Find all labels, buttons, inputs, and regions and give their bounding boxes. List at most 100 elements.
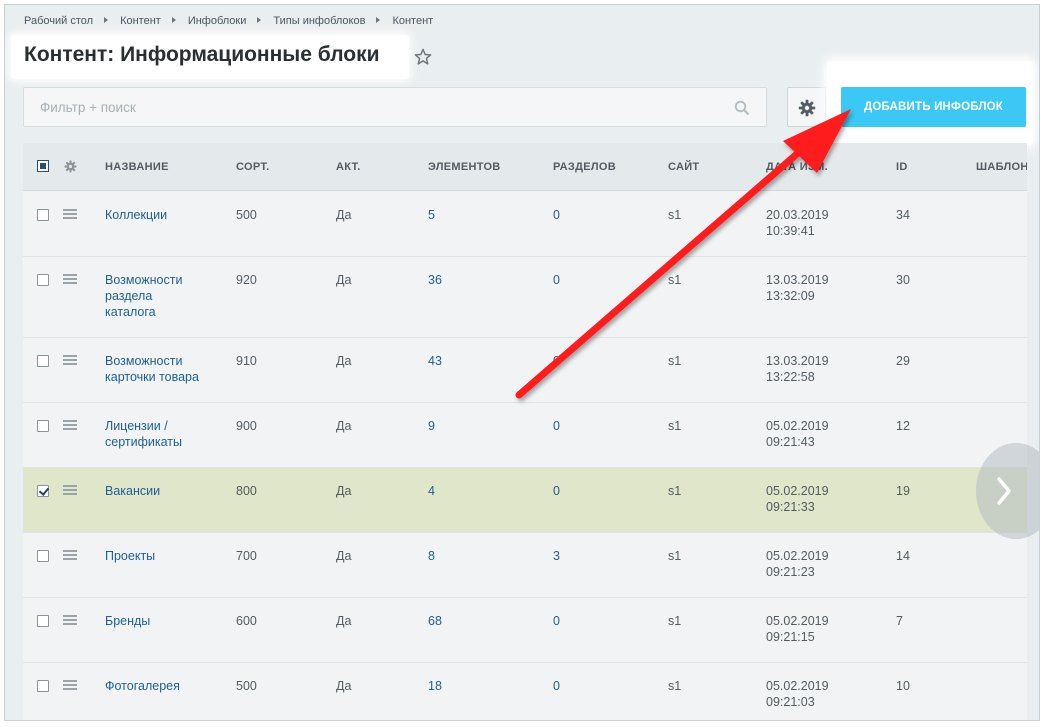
row-menu-icon[interactable] — [63, 209, 77, 219]
add-infoblock-button[interactable]: ДОБАВИТЬ ИНФОБЛОК — [841, 87, 1026, 127]
column-header-id[interactable]: ID — [896, 161, 908, 173]
favorite-star-icon[interactable] — [414, 48, 432, 66]
breadcrumb-item[interactable]: Контент — [120, 15, 161, 27]
breadcrumb-item[interactable]: Рабочий стол — [24, 15, 93, 27]
cell-sections-link[interactable]: 0 — [553, 353, 560, 369]
row-menu-icon[interactable] — [63, 420, 77, 430]
breadcrumb-item[interactable]: Типы инфоблоков — [273, 15, 365, 27]
chevron-right-icon — [997, 477, 1011, 505]
cell-date-date: 05.02.2019 — [766, 679, 829, 693]
table-row[interactable]: Вакансии 800 Да 4 0 s1 19 05.02.2019 09:21:33 — [23, 468, 1027, 533]
cell-id: 12 — [896, 419, 910, 433]
cell-name-link[interactable]: Фотогалерея — [105, 678, 180, 694]
cell-date-time: 13:32:09 — [766, 289, 815, 303]
cell-date: 13.03.2019 13:32:09 — [766, 272, 829, 304]
table-row[interactable]: Фотогалерея 500 Да 18 0 s1 10 05.02.2019 09:21:0… — [23, 663, 1027, 720]
cell-elements-link[interactable]: 43 — [428, 353, 442, 369]
row-checkbox[interactable] — [37, 550, 49, 562]
select-all-checkbox[interactable] — [37, 160, 49, 172]
cell-date: 05.02.2019 09:21:15 — [766, 613, 829, 645]
cell-id: 34 — [896, 208, 910, 222]
cell-site: s1 — [668, 549, 682, 563]
table-header: НАЗВАНИЕ СОРТ. АКТ. ЭЛЕМЕНТОВ РАЗДЕЛОВ С… — [23, 143, 1027, 191]
row-checkbox[interactable] — [37, 209, 49, 221]
breadcrumb-separator-icon — [376, 17, 381, 23]
breadcrumb-separator-icon — [257, 17, 262, 23]
cell-date-date: 05.02.2019 — [766, 484, 829, 498]
cell-active: Да — [336, 273, 352, 287]
cell-date-time: 09:21:15 — [766, 630, 815, 644]
column-header-template[interactable]: ШАБЛОН — [976, 161, 1027, 173]
cell-elements-link[interactable]: 9 — [428, 418, 435, 434]
cell-sections-link[interactable]: 0 — [553, 483, 560, 499]
row-checkbox[interactable] — [37, 355, 49, 367]
cell-elements-link[interactable]: 5 — [428, 207, 435, 223]
cell-date: 13.03.2019 13:22:58 — [766, 353, 829, 385]
settings-button[interactable] — [787, 87, 826, 127]
row-menu-icon[interactable] — [63, 274, 77, 284]
column-header-active[interactable]: АКТ. — [336, 161, 361, 173]
cell-name-link[interactable]: Бренды — [105, 613, 150, 629]
row-checkbox[interactable] — [37, 420, 49, 432]
cell-name-line: Возможности — [105, 273, 183, 287]
cell-sections-link[interactable]: 3 — [553, 548, 560, 564]
table-row[interactable]: Лицензии / сертификаты 900 Да 9 0 s1 12 05.02.20… — [23, 403, 1027, 468]
cell-name-link[interactable]: Коллекции — [105, 207, 167, 223]
cell-sections-link[interactable]: 0 — [553, 418, 560, 434]
cell-name-link[interactable]: Лицензии / сертификаты — [105, 418, 182, 450]
column-header-elements[interactable]: ЭЛЕМЕНТОВ — [428, 161, 501, 173]
row-checkbox[interactable] — [37, 680, 49, 692]
cell-site: s1 — [668, 208, 682, 222]
row-menu-icon[interactable] — [63, 550, 77, 560]
cell-active: Да — [336, 354, 352, 368]
filter-search-input[interactable]: Фильтр + поиск — [23, 87, 767, 127]
row-menu-icon[interactable] — [63, 615, 77, 625]
cell-date-date: 05.02.2019 — [766, 419, 829, 433]
column-header-name[interactable]: НАЗВАНИЕ — [105, 161, 169, 173]
cell-sections-link[interactable]: 0 — [553, 678, 560, 694]
table-row[interactable]: Возможности раздела каталога 920 Да 36 0 s1 30 13… — [23, 257, 1027, 338]
cell-name-link[interactable]: Вакансии — [105, 483, 160, 499]
cell-date-date: 13.03.2019 — [766, 273, 829, 287]
cell-name-line: Бренды — [105, 614, 151, 628]
cell-name-line: сертификаты — [105, 435, 182, 449]
table-row[interactable]: Бренды 600 Да 68 0 s1 7 05.02.2019 09:21:15 — [23, 598, 1027, 663]
cell-site: s1 — [668, 354, 682, 368]
cell-active: Да — [336, 679, 352, 693]
cell-name-link[interactable]: Возможности карточки товара — [105, 353, 199, 385]
column-header-sections[interactable]: РАЗДЕЛОВ — [553, 161, 616, 173]
cell-name-link[interactable]: Возможности раздела каталога — [105, 272, 182, 320]
search-icon[interactable] — [734, 100, 750, 116]
cell-date-date: 20.03.2019 — [766, 208, 829, 222]
table-row[interactable]: Коллекции 500 Да 5 0 s1 34 20.03.2019 10:39:41 — [23, 192, 1027, 257]
breadcrumb-item[interactable]: Контент — [392, 15, 433, 27]
cell-elements-link[interactable]: 8 — [428, 548, 435, 564]
breadcrumb: Рабочий стол Контент Инфоблоки Типы инфобло… — [24, 15, 433, 27]
cell-elements-link[interactable]: 68 — [428, 613, 442, 629]
row-menu-icon[interactable] — [63, 355, 77, 365]
column-settings-gear-icon[interactable] — [64, 160, 77, 173]
row-menu-icon[interactable] — [63, 680, 77, 690]
row-checkbox[interactable] — [37, 485, 49, 497]
breadcrumb-item[interactable]: Инфоблоки — [188, 15, 247, 27]
cell-elements-link[interactable]: 4 — [428, 483, 435, 499]
cell-active: Да — [336, 419, 352, 433]
cell-sections-link[interactable]: 0 — [553, 207, 560, 223]
row-checkbox[interactable] — [37, 615, 49, 627]
column-header-site[interactable]: САЙТ — [668, 161, 699, 173]
table-row[interactable]: Возможности карточки товара 910 Да 43 0 s1 29 13… — [23, 338, 1027, 403]
cell-date: 05.02.2019 09:21:23 — [766, 548, 829, 580]
cell-sections-link[interactable]: 0 — [553, 613, 560, 629]
cell-elements-link[interactable]: 36 — [428, 272, 442, 288]
row-menu-icon[interactable] — [63, 485, 77, 495]
cell-date-date: 05.02.2019 — [766, 614, 829, 628]
column-header-sort[interactable]: СОРТ. — [236, 161, 269, 173]
cell-name-line: Лицензии / — [105, 419, 168, 433]
cell-name-link[interactable]: Проекты — [105, 548, 155, 564]
cell-elements-link[interactable]: 18 — [428, 678, 442, 694]
column-header-date[interactable]: ДАТА ИЗМ. — [766, 161, 828, 173]
cell-sort: 600 — [236, 614, 257, 628]
row-checkbox[interactable] — [37, 274, 49, 286]
cell-sections-link[interactable]: 0 — [553, 272, 560, 288]
table-row[interactable]: Проекты 700 Да 8 3 s1 14 05.02.2019 09:21:23 — [23, 533, 1027, 598]
